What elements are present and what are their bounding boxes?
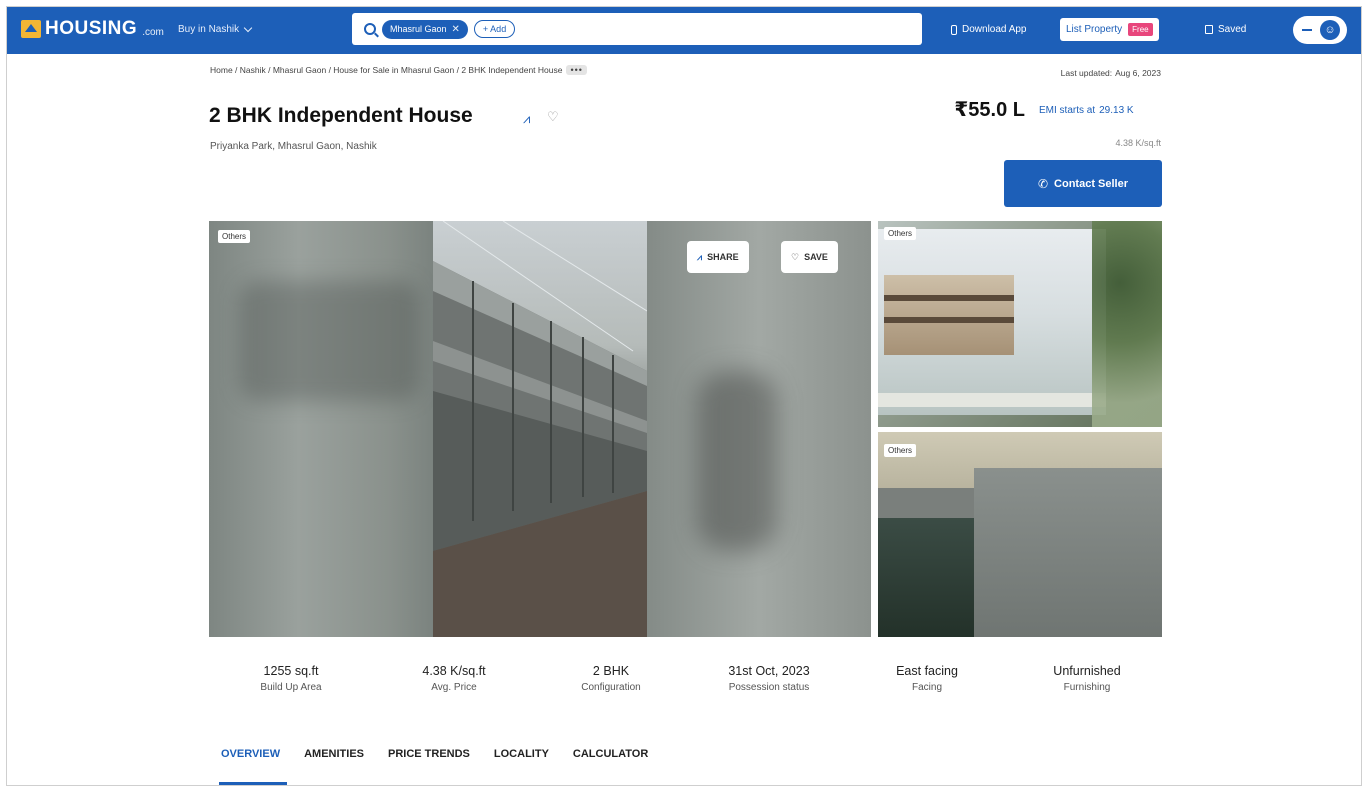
share-icon[interactable]: ⩘: [523, 111, 530, 127]
bookmark-icon: [1205, 25, 1213, 34]
profile-menu[interactable]: ☺: [1293, 16, 1347, 44]
stat-label: Configuration: [581, 682, 641, 693]
city-select-dropdown[interactable]: Buy in Nashik: [178, 23, 253, 35]
call-icon: ✆: [1037, 176, 1049, 191]
city-select-label: Buy in Nashik: [178, 24, 240, 35]
add-locality-button[interactable]: + Add: [473, 20, 516, 38]
price-per-sqft: 4.38 K/sq.ft: [1115, 138, 1161, 148]
last-updated-date: Aug 6, 2023: [1115, 68, 1161, 78]
list-property-label: List Property: [1066, 24, 1123, 35]
photo-tag: Others: [884, 227, 917, 240]
main-photo-gallery[interactable]: Others ⩘ SHARE ♡ SAVE: [209, 221, 871, 637]
photo-tag: Others: [884, 444, 917, 457]
search-bar[interactable]: Mhasrul Gaon ✕ + Add: [352, 13, 922, 45]
breadcrumb: Home / Nashik / Mhasrul Gaon / House for…: [210, 65, 587, 75]
stat-label: Furnishing: [1063, 682, 1111, 693]
photo-blur-left: [209, 221, 433, 637]
search-icon: [364, 23, 376, 35]
stat-avg-price: 4.38 K/sq.ft Avg. Price: [422, 664, 485, 693]
listing-price: ₹55.0 L: [954, 99, 1025, 121]
stat-label: Possession status: [728, 682, 810, 693]
stat-value: 31st Oct, 2023: [728, 664, 810, 678]
stat-value: East facing: [896, 664, 958, 678]
phone-icon: [951, 24, 957, 35]
tab-calculator[interactable]: CALCULATOR: [573, 748, 648, 760]
stat-value: 1255 sq.ft: [263, 664, 319, 678]
active-tab-indicator: [219, 782, 287, 785]
share-button[interactable]: ⩘ SHARE: [687, 241, 749, 273]
breadcrumb-more-button[interactable]: •••: [566, 65, 587, 75]
menu-icon: [1302, 29, 1312, 31]
building-illustration: [433, 221, 647, 637]
emi-value: 29.13 K: [1099, 105, 1134, 116]
emi-info[interactable]: EMI starts at 29.13 K: [1039, 105, 1134, 116]
property-stats: 1255 sq.ft Build Up Area 4.38 K/sq.ft Av…: [209, 664, 1169, 704]
dark-area: [878, 518, 978, 637]
stat-facing: East facing Facing: [896, 664, 958, 693]
top-nav-bar: HOUSING .com Buy in Nashik Mhasrul Gaon …: [7, 7, 1361, 54]
search-chip-label: Mhasrul Gaon: [390, 24, 447, 34]
tab-locality[interactable]: LOCALITY: [494, 748, 549, 760]
foliage: [1092, 221, 1162, 427]
heart-icon: ♡: [791, 251, 800, 262]
page-frame: HOUSING .com Buy in Nashik Mhasrul Gaon …: [6, 6, 1362, 786]
free-badge: Free: [1128, 23, 1153, 36]
stat-label: Build Up Area: [260, 682, 322, 693]
stat-value: Unfurnished: [1053, 664, 1121, 678]
share-button-label: SHARE: [707, 252, 739, 262]
contact-seller-button[interactable]: ✆ Contact Seller: [1004, 160, 1162, 207]
stat-value: 2 BHK: [592, 664, 630, 678]
logo-suffix: .com: [142, 26, 164, 38]
page-title: 2 BHK Independent House: [209, 104, 473, 127]
shutter-area: [974, 468, 1162, 637]
download-app-label: Download App: [962, 24, 1027, 35]
side-photo-shutter[interactable]: Others: [878, 432, 1162, 637]
save-button-label: SAVE: [804, 252, 828, 262]
stat-configuration: 2 BHK Configuration: [581, 664, 640, 693]
last-updated-label: Last updated:: [1060, 68, 1113, 78]
listing-address: Priyanka Park, Mhasrul Gaon, Nashik: [210, 141, 377, 152]
logo-text: HOUSING: [45, 18, 138, 39]
tab-overview[interactable]: OVERVIEW: [221, 748, 280, 760]
photo-tag: Others: [218, 230, 251, 243]
stat-build-up-area: 1255 sq.ft Build Up Area: [260, 664, 321, 693]
last-updated: Last updated: Aug 6, 2023: [1061, 68, 1161, 78]
billboard-building: [884, 275, 1014, 355]
stat-possession-status: 31st Oct, 2023 Possession status: [728, 664, 809, 693]
stat-label: Avg. Price: [431, 682, 477, 693]
avatar-icon: ☺: [1320, 20, 1340, 40]
emi-label: EMI starts at: [1039, 105, 1096, 116]
main-photo-image[interactable]: [433, 221, 647, 637]
stat-value: 4.38 K/sq.ft: [422, 664, 486, 678]
heart-icon[interactable]: ♡: [547, 109, 559, 125]
photo-blur-right: [647, 221, 871, 637]
close-icon[interactable]: ✕: [452, 24, 460, 35]
download-app-link[interactable]: Download App: [951, 24, 1027, 35]
search-chip-locality[interactable]: Mhasrul Gaon ✕: [382, 19, 468, 39]
list-property-button[interactable]: List Property Free: [1060, 18, 1159, 41]
share-icon: ⩘: [697, 251, 703, 262]
tab-price-trends[interactable]: PRICE TRENDS: [388, 748, 470, 760]
housing-logo[interactable]: HOUSING .com: [21, 18, 164, 40]
save-button[interactable]: ♡ SAVE: [781, 241, 838, 273]
stat-furnishing: Unfurnished Furnishing: [1053, 664, 1120, 693]
saved-link[interactable]: Saved: [1205, 24, 1246, 35]
side-photo-billboard[interactable]: Others: [878, 221, 1162, 427]
section-tabs: OVERVIEW AMENITIES PRICE TRENDS LOCALITY…: [221, 748, 648, 760]
stat-label: Facing: [911, 682, 942, 693]
logo-icon: [21, 20, 41, 38]
saved-label: Saved: [1218, 24, 1247, 35]
billboard-strip: [878, 393, 1106, 407]
tab-amenities[interactable]: AMENITIES: [304, 748, 364, 760]
contact-seller-label: Contact Seller: [1054, 177, 1129, 190]
breadcrumb-path[interactable]: Home / Nashik / Mhasrul Gaon / House for…: [210, 65, 562, 75]
chevron-down-icon: [243, 23, 253, 33]
billboard-image: [878, 229, 1106, 415]
